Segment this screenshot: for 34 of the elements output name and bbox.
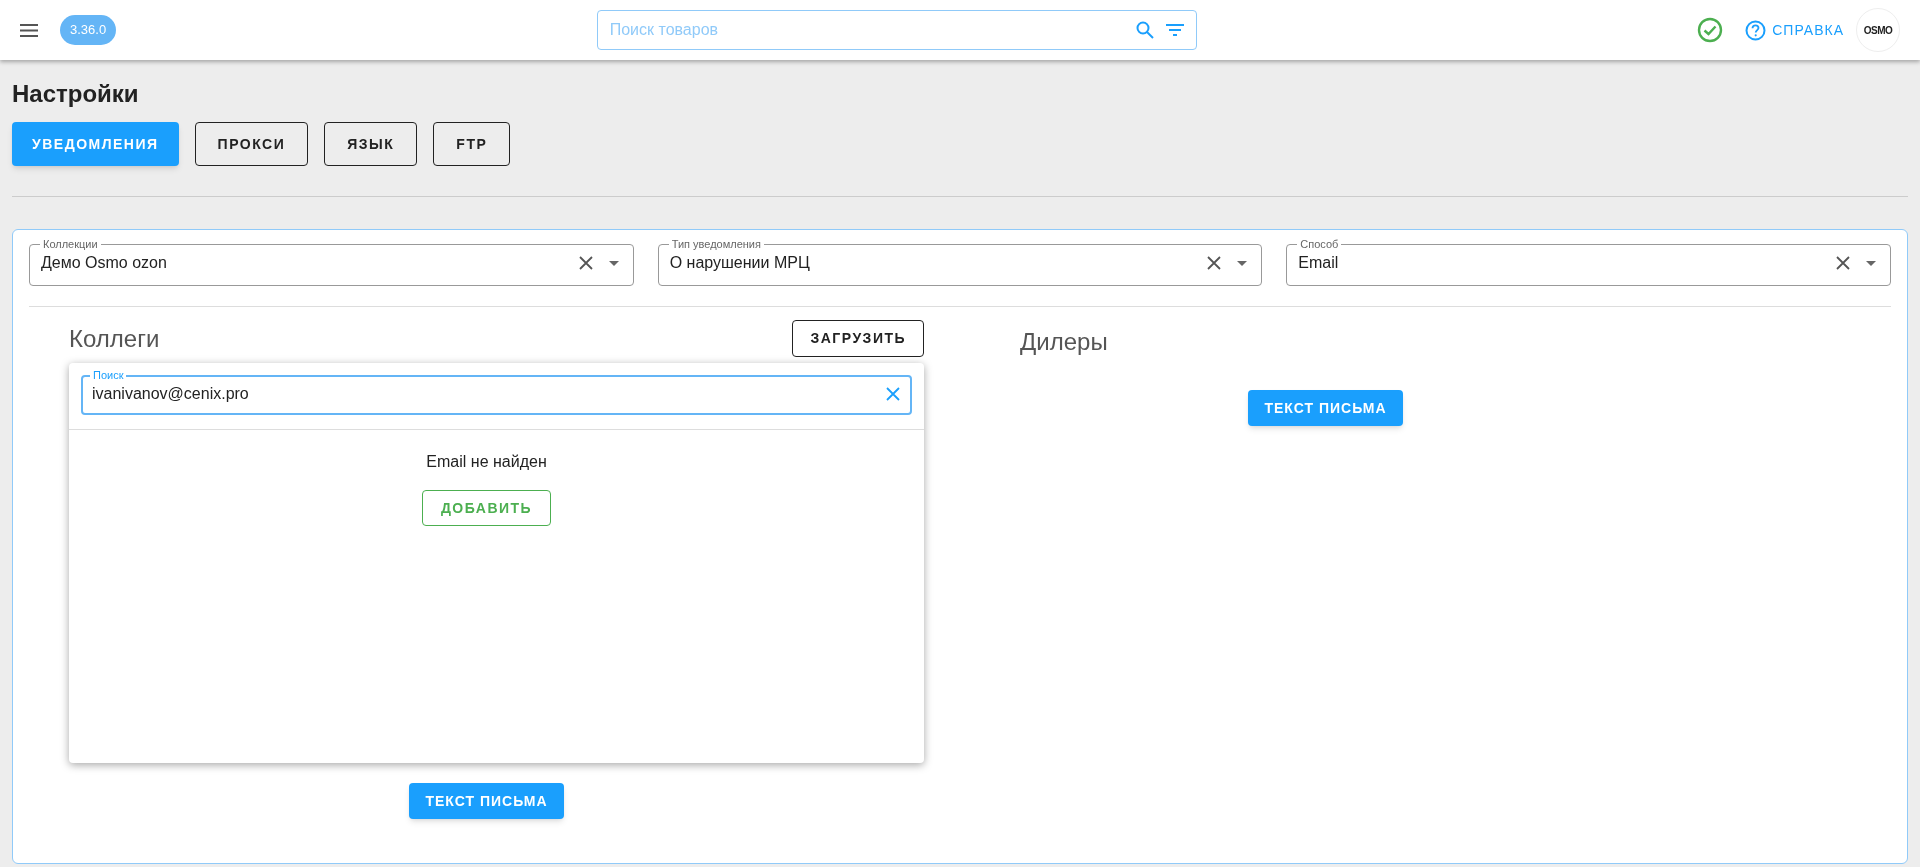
select-value: Email: [1297, 253, 1340, 273]
select-value: Демо Osmo ozon: [40, 253, 168, 273]
menu-icon[interactable]: [20, 23, 38, 37]
caret-icon[interactable]: [1866, 260, 1876, 266]
filter-select[interactable]: Тип уведомления О нарушении МРЦ: [657, 238, 1263, 286]
select-label: Способ: [1299, 238, 1340, 251]
filter-icon[interactable]: [1165, 24, 1184, 36]
settings-tab[interactable]: FTP: [433, 122, 511, 166]
close-icon[interactable]: [1207, 256, 1222, 270]
logo-avatar[interactable]: OSMO: [1856, 8, 1900, 52]
upload-button[interactable]: ЗАГРУЗИТЬ: [792, 320, 925, 357]
filter-select[interactable]: Коллекции Демо Osmo ozon: [29, 238, 634, 286]
select-value: О нарушении МРЦ: [668, 253, 811, 273]
section-title: Коллеги: [69, 323, 160, 354]
field-label: Поиск: [92, 369, 125, 382]
page-title: Настройки: [12, 79, 140, 109]
close-icon[interactable]: [578, 256, 593, 270]
close-icon[interactable]: [1836, 256, 1850, 270]
check-circle-icon: [1697, 17, 1724, 43]
email-search-field[interactable]: Поиск ivanivanov@cenix.pro: [81, 369, 913, 415]
settings-tab[interactable]: ЯЗЫК: [324, 122, 418, 166]
not-found-message: Email не найден: [426, 452, 547, 472]
select-label: Коллекции: [42, 238, 99, 251]
search-icon[interactable]: [1135, 21, 1154, 39]
version-badge: 3.36.0: [60, 15, 117, 45]
filter-select[interactable]: Способ Email: [1286, 238, 1891, 286]
settings-tab[interactable]: ПРОКСИ: [194, 122, 309, 166]
caret-icon[interactable]: [1237, 260, 1248, 266]
select-label: Тип уведомления: [670, 238, 762, 251]
caret-icon[interactable]: [608, 260, 619, 266]
section-title: Дилеры: [1020, 327, 1109, 357]
field-value: ivanivanov@cenix.pro: [91, 384, 250, 404]
help-icon: [1745, 19, 1767, 41]
search-placeholder: Поиск товаров: [609, 20, 720, 40]
